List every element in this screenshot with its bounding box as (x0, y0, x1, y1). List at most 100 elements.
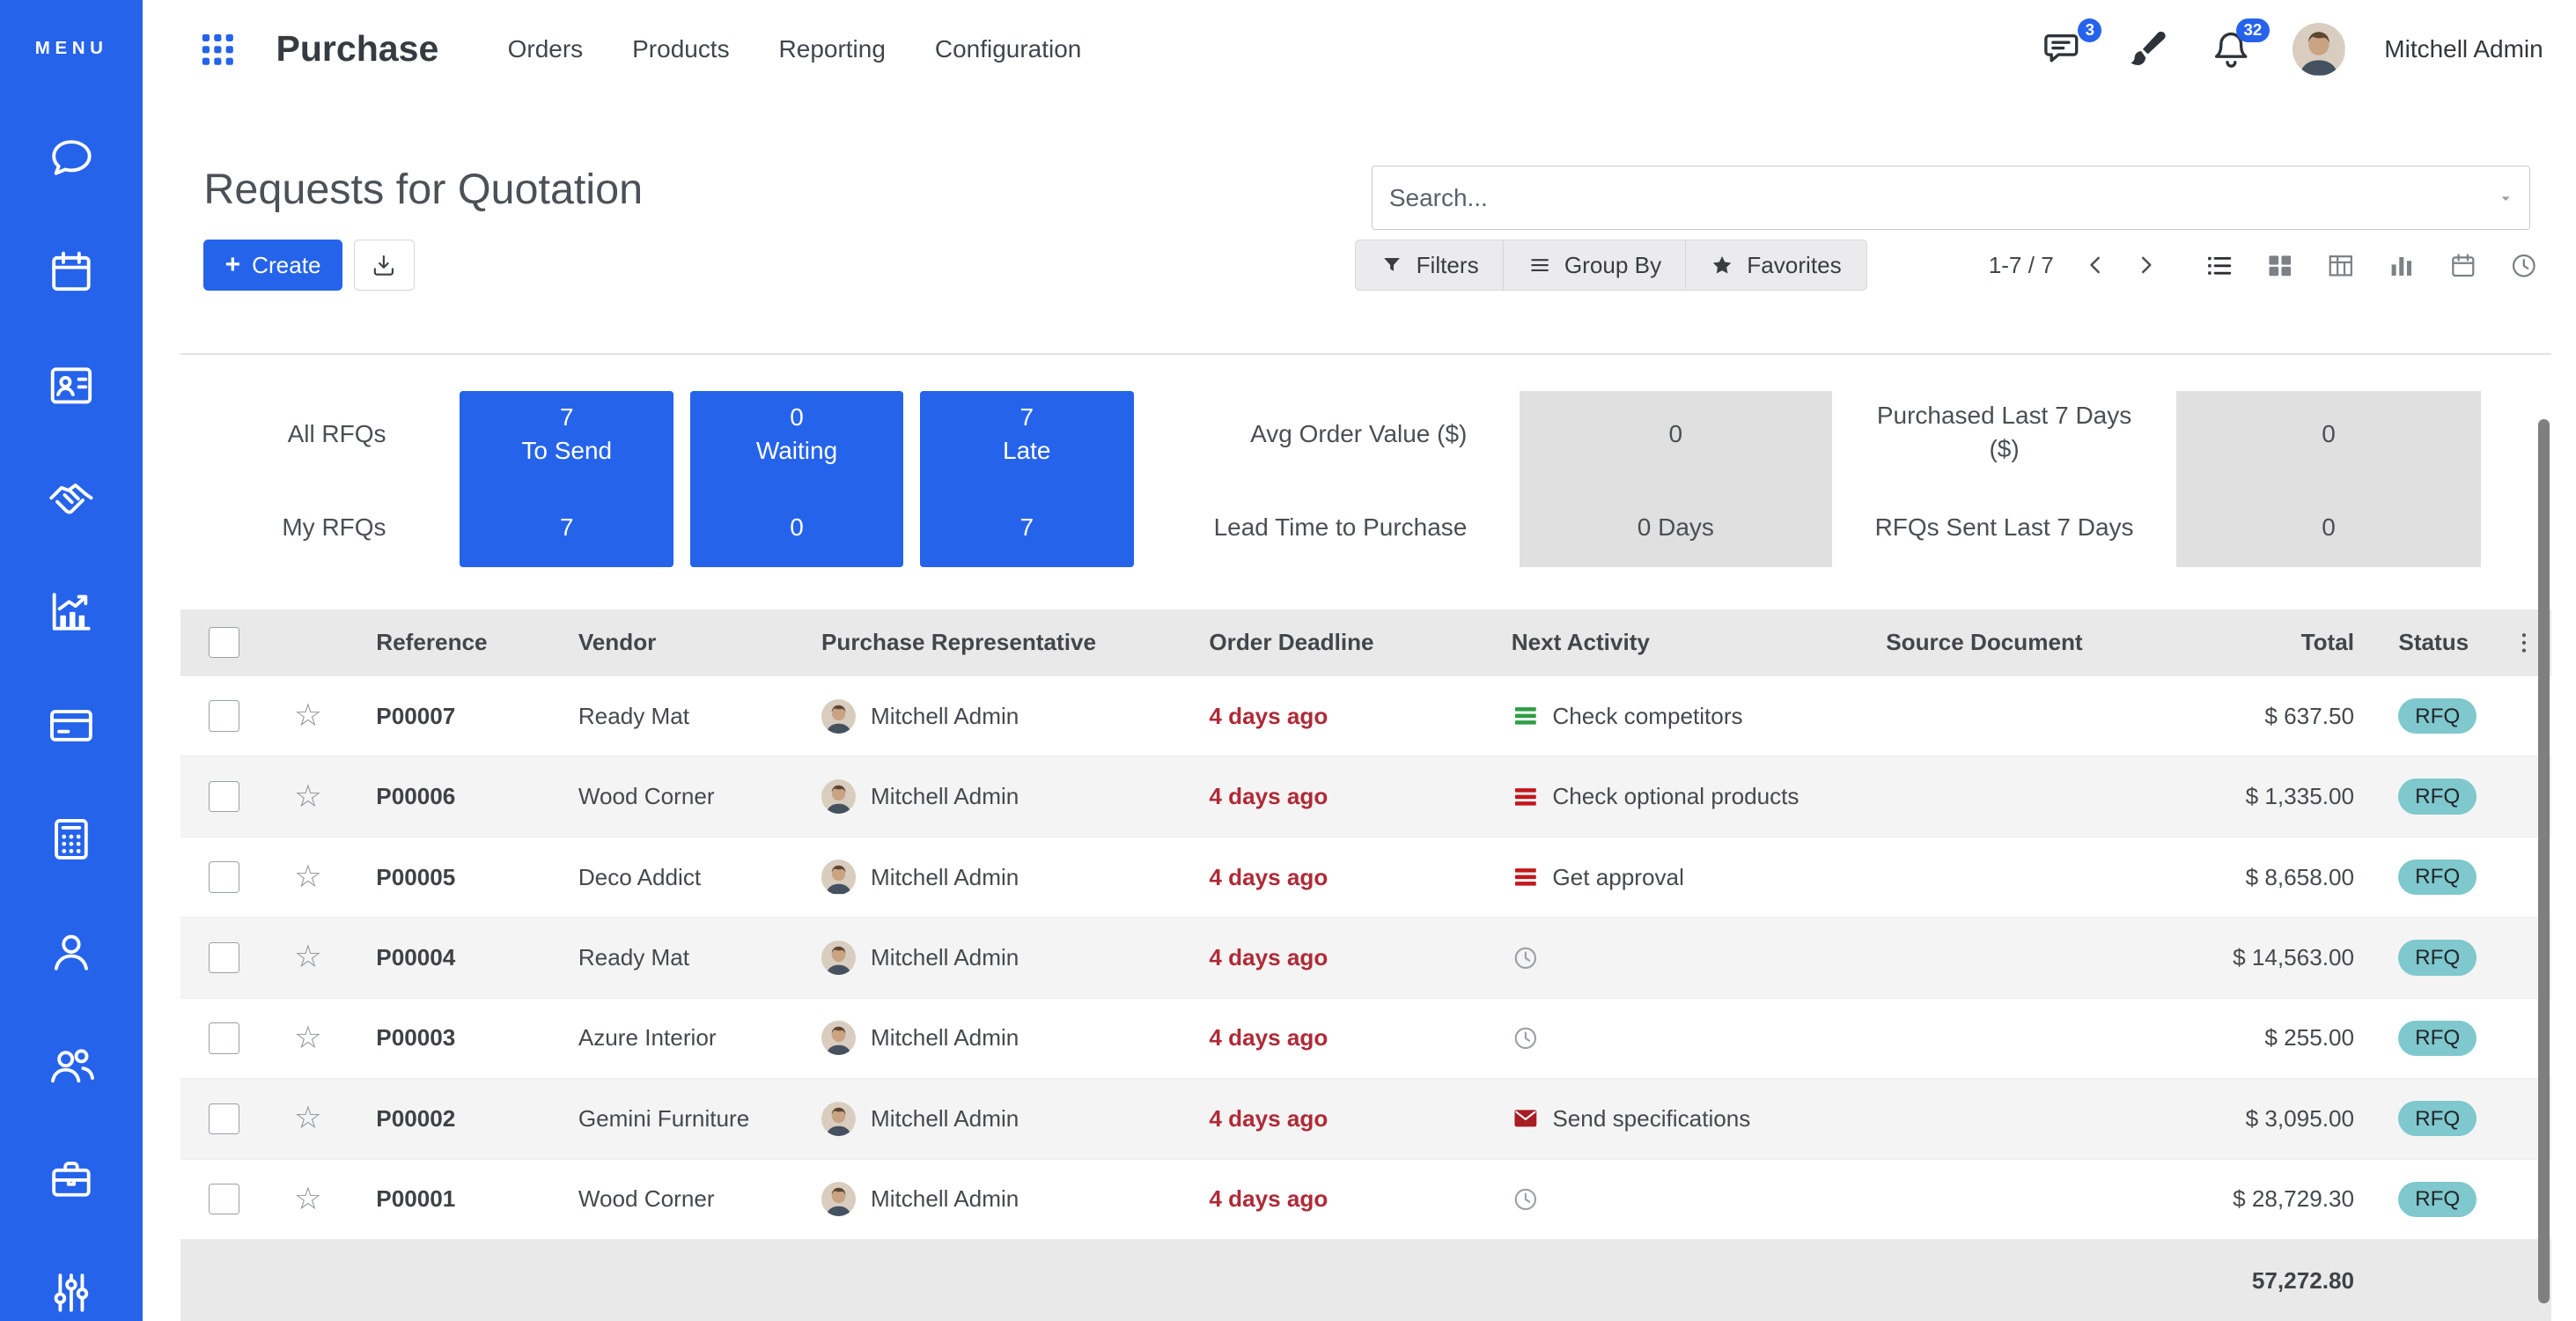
activity-email-icon[interactable] (1512, 1104, 1540, 1133)
sidebar-handshake-icon[interactable] (46, 473, 97, 524)
vertical-scrollbar-thumb[interactable] (2538, 419, 2550, 1303)
nav-item-reporting[interactable]: Reporting (779, 35, 886, 63)
activity-clock-icon[interactable] (1512, 1024, 1540, 1052)
user-avatar[interactable] (2293, 23, 2345, 76)
sidebar-chat-icon[interactable] (46, 133, 97, 184)
search-input[interactable] (1373, 184, 2496, 212)
favorite-star-icon[interactable]: ☆ (294, 1184, 322, 1215)
column-header-source-document[interactable]: Source Document (1873, 629, 2185, 656)
app-title[interactable]: Purchase (276, 28, 438, 70)
table-row[interactable]: ☆ P00003 Azure Interior Mitchell Admin 4… (180, 998, 2551, 1078)
messages-badge: 3 (2078, 18, 2101, 41)
representative-avatar (821, 1021, 856, 1055)
table-row[interactable]: ☆ P00001 Wood Corner Mitchell Admin 4 da… (180, 1159, 2551, 1239)
sidebar-contacts-icon[interactable] (46, 360, 97, 411)
filters-button[interactable]: Filters (1355, 240, 1505, 291)
column-header-vendor[interactable]: Vendor (558, 629, 805, 656)
chevron-left-icon (2083, 252, 2109, 278)
view-activity-button[interactable] (2509, 251, 2539, 281)
table-row[interactable]: ☆ P00004 Ready Mat Mitchell Admin 4 days… (180, 917, 2551, 997)
favorite-star-icon[interactable]: ☆ (294, 700, 322, 732)
row-checkbox[interactable] (209, 1184, 239, 1214)
sidebar-chart-icon[interactable] (46, 587, 97, 638)
search-dropdown-caret-icon[interactable] (2496, 188, 2515, 208)
favorite-star-icon[interactable]: ☆ (294, 1103, 322, 1134)
select-all-checkbox[interactable] (209, 627, 239, 658)
row-checkbox[interactable] (209, 1103, 239, 1134)
sidebar-calendar-icon[interactable] (46, 247, 97, 298)
sidebar-users-icon[interactable] (46, 1040, 97, 1091)
notifications-bell-icon[interactable]: 32 (2209, 27, 2253, 71)
table-row[interactable]: ☆ P00006 Wood Corner Mitchell Admin 4 da… (180, 756, 2551, 836)
view-list-button[interactable] (2204, 251, 2234, 281)
optional-columns-icon[interactable] (2511, 630, 2537, 656)
user-name[interactable]: Mitchell Admin (2384, 35, 2543, 63)
favorite-star-icon[interactable]: ☆ (294, 1022, 322, 1054)
activity-label: Get approval (1552, 864, 1684, 891)
list-view-icon (2204, 251, 2234, 281)
row-checkbox[interactable] (209, 861, 239, 892)
sidebar-sliders-icon[interactable] (46, 1267, 97, 1318)
group-by-button[interactable]: Group By (1503, 240, 1687, 291)
view-kanban-button[interactable] (2265, 251, 2295, 281)
favorite-star-icon[interactable]: ☆ (294, 861, 322, 893)
representative-name: Mitchell Admin (871, 1185, 1019, 1213)
pager-prev-button[interactable] (2072, 240, 2121, 291)
sidebar-card-icon[interactable] (46, 700, 97, 751)
activity-clock-icon[interactable] (1512, 944, 1540, 972)
activity-report-icon[interactable] (1512, 702, 1540, 730)
favorite-star-icon[interactable]: ☆ (294, 941, 322, 973)
row-status: RFQ (2366, 1182, 2497, 1217)
messages-icon[interactable]: 3 (2041, 27, 2085, 71)
row-checkbox[interactable] (209, 1022, 239, 1053)
avg-order-value-tile[interactable]: 0 0 Days (1520, 391, 1832, 567)
representative-name: Mitchell Admin (871, 703, 1019, 730)
representative-name: Mitchell Admin (871, 783, 1019, 810)
tile-late[interactable]: 7 Late 7 (920, 391, 1134, 567)
column-header-total[interactable]: Total (2185, 629, 2366, 656)
view-pivot-button[interactable] (2326, 251, 2356, 281)
filter-all-rfqs-link[interactable]: All RFQs (288, 417, 386, 450)
control-panel-divider (180, 353, 2551, 355)
table-row[interactable]: ☆ P00007 Ready Mat Mitchell Admin 4 days… (180, 675, 2551, 756)
activity-report-icon[interactable] (1512, 783, 1540, 811)
column-header-representative[interactable]: Purchase Representative (805, 629, 1191, 656)
last-7-days-tile[interactable]: 0 0 (2176, 391, 2480, 567)
view-calendar-button[interactable] (2448, 251, 2478, 281)
app-sidebar: MENU (0, 0, 143, 1321)
nav-item-orders[interactable]: Orders (508, 35, 584, 63)
favorites-button[interactable]: Favorites (1685, 240, 1866, 291)
pager-next-button[interactable] (2121, 240, 2170, 291)
plus-icon: + (225, 252, 240, 278)
nav-item-products[interactable]: Products (632, 35, 729, 63)
tile-waiting[interactable]: 0 Waiting 0 (690, 391, 904, 567)
chevron-right-icon (2132, 252, 2159, 278)
activity-report-icon[interactable] (1512, 863, 1540, 891)
column-header-order-deadline[interactable]: Order Deadline (1191, 629, 1487, 656)
row-checkbox[interactable] (209, 700, 239, 731)
view-graph-button[interactable] (2387, 251, 2417, 281)
favorite-star-icon[interactable]: ☆ (294, 781, 322, 813)
row-checkbox[interactable] (209, 942, 239, 973)
column-header-reference[interactable]: Reference (353, 629, 558, 656)
filter-my-rfqs-link[interactable]: My RFQs (282, 511, 386, 543)
apps-grid-icon[interactable] (197, 29, 239, 70)
column-header-status[interactable]: Status (2366, 629, 2497, 656)
sidebar-menu-toggle[interactable]: MENU (0, 0, 143, 59)
sidebar-user-icon[interactable] (46, 926, 97, 978)
row-checkbox[interactable] (209, 781, 239, 812)
sidebar-calculator-icon[interactable] (46, 814, 97, 865)
row-vendor: Ready Mat (558, 944, 805, 971)
nav-item-configuration[interactable]: Configuration (935, 35, 1081, 63)
paintbrush-icon[interactable] (2125, 27, 2169, 71)
activity-clock-icon[interactable] (1512, 1185, 1540, 1214)
sidebar-icon-list (0, 133, 143, 1317)
sidebar-briefcase-icon[interactable] (46, 1154, 97, 1205)
tile-to-send[interactable]: 7 To Send 7 (460, 391, 673, 567)
table-row[interactable]: ☆ P00002 Gemini Furniture Mitchell Admin… (180, 1078, 2551, 1158)
table-row[interactable]: ☆ P00005 Deco Addict Mitchell Admin 4 da… (180, 837, 2551, 917)
purchase-dashboard: All RFQs My RFQs 7 To Send 7 0 Waiting 0… (180, 391, 2551, 567)
export-button[interactable] (354, 240, 415, 291)
column-header-next-activity[interactable]: Next Activity (1487, 629, 1873, 656)
create-button[interactable]: + Create (203, 240, 342, 291)
